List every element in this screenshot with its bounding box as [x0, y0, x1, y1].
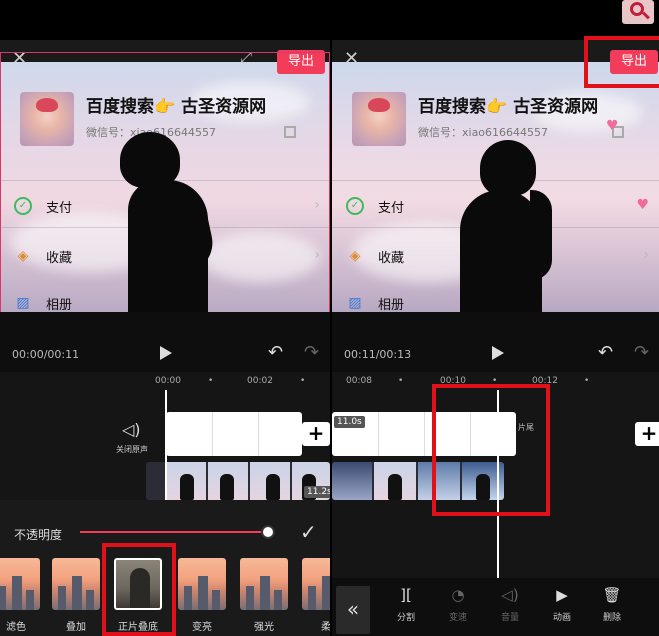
heart-icon: ♥ [636, 197, 649, 213]
wechat-id: 微信号：xiao616644557 [418, 126, 549, 139]
highlight-box [102, 543, 176, 636]
filter-label: 滤色 [6, 622, 26, 633]
edit-toolbar: « ][ 分割 ◔ 变速 ◁) 音量 ▶ 动画 🗑 删除 [332, 578, 659, 636]
close-icon[interactable]: ✕ [344, 48, 359, 69]
speaker-icon[interactable]: ◁) [122, 420, 141, 439]
play-icon[interactable] [492, 346, 504, 360]
right-playback-controls: 00:11/00:13 ↶ ↷ [332, 312, 659, 372]
magnifier-icon[interactable] [622, 0, 654, 24]
album-icon: ▨ [348, 295, 362, 311]
tool-label: 变速 [448, 613, 467, 623]
filter-label: 强光 [254, 622, 274, 633]
opacity-slider-handle[interactable] [261, 525, 275, 539]
volume-icon: ◁) [501, 586, 519, 604]
avatar [352, 92, 406, 146]
tool-label: 分割 [396, 613, 415, 623]
filter-thumb-hardlight[interactable] [240, 558, 288, 610]
tool-animation[interactable]: ▶ 动画 [540, 586, 584, 623]
audio-duration-badge: 11.0s [334, 416, 365, 428]
audio-track[interactable] [166, 412, 302, 456]
redo-icon[interactable]: ↷ [304, 342, 319, 363]
delete-icon: 🗑 [602, 586, 622, 604]
add-clip-button[interactable]: + [302, 422, 330, 446]
add-clip-button[interactable]: + [635, 422, 659, 446]
opacity-label: 不透明度 [14, 528, 63, 542]
filter-thumb-lighten[interactable] [178, 558, 226, 610]
time-display: 00:11/00:13 [344, 348, 412, 361]
right-top-bar [332, 0, 659, 40]
left-playback-controls: 00:00/00:11 ↶ ↷ [0, 312, 330, 372]
filter-label: 变亮 [192, 622, 212, 633]
left-timeline[interactable]: 00:00 • 00:02 • ◁) 关闭原声 + 11.2s [0, 372, 330, 500]
preview-selection-frame [0, 52, 330, 332]
redo-icon[interactable]: ↷ [634, 342, 649, 363]
highlight-box [432, 384, 550, 516]
left-top-bar [0, 0, 330, 40]
confirm-check-icon[interactable]: ✓ [300, 520, 317, 544]
ruler-tick: 00:00 [155, 376, 181, 386]
right-panel: 百度搜索👉 古圣资源网 微信号：xiao616644557 ♥ ✓ 支付 ♥ ◈… [332, 0, 659, 636]
heart-icon: ♥ [606, 118, 619, 134]
menu-label-favorites: 收藏 [378, 251, 405, 266]
tool-speed[interactable]: ◔ 变速 [436, 586, 480, 623]
opacity-slider[interactable] [80, 531, 268, 533]
tool-delete[interactable]: 🗑 删除 [590, 586, 634, 623]
tool-label: 删除 [602, 613, 621, 623]
filter-thumb-overlay[interactable] [52, 558, 100, 610]
speed-icon: ◔ [451, 586, 465, 604]
ruler-tick: 00:02 [247, 376, 273, 386]
clip-duration-badge: 11.2s [304, 486, 330, 498]
video-track[interactable]: 11.2s [146, 462, 330, 500]
chevron-right-icon: › [643, 247, 649, 263]
filter-thumb-screen[interactable] [0, 558, 40, 610]
favorites-icon: ◈ [349, 248, 361, 264]
left-panel: 百度搜索👉 古圣资源网 微信号：xiao616644557 ✓ 支付 › ◈ 收… [0, 0, 330, 636]
filter-label: 叠加 [66, 622, 86, 633]
play-icon[interactable] [160, 346, 172, 360]
playhead[interactable] [165, 390, 167, 500]
time-display: 00:00/00:11 [12, 348, 80, 361]
undo-icon[interactable]: ↶ [598, 342, 613, 363]
collapse-button[interactable]: « [336, 586, 370, 634]
tool-label: 动画 [552, 613, 571, 623]
double-chevron-left-icon: « [346, 597, 360, 621]
profile-name: 百度搜索👉 古圣资源网 [418, 97, 599, 117]
mute-original-label: 关闭原声 [116, 445, 148, 454]
menu-label-album: 相册 [378, 298, 405, 312]
menu-label-pay: 支付 [378, 201, 405, 216]
split-icon: ][ [400, 586, 412, 604]
tool-volume[interactable]: ◁) 音量 [488, 586, 532, 623]
ruler-tick: 00:08 [346, 376, 372, 386]
filter-label: 柔 [321, 622, 330, 633]
tool-split[interactable]: ][ 分割 [384, 586, 428, 623]
filter-thumb-softlight[interactable] [302, 558, 330, 610]
highlight-box [584, 36, 659, 88]
animation-icon: ▶ [556, 586, 568, 604]
undo-icon[interactable]: ↶ [268, 342, 283, 363]
pay-icon: ✓ [346, 197, 364, 215]
tool-label: 音量 [500, 613, 519, 623]
girl-silhouette [480, 140, 536, 196]
